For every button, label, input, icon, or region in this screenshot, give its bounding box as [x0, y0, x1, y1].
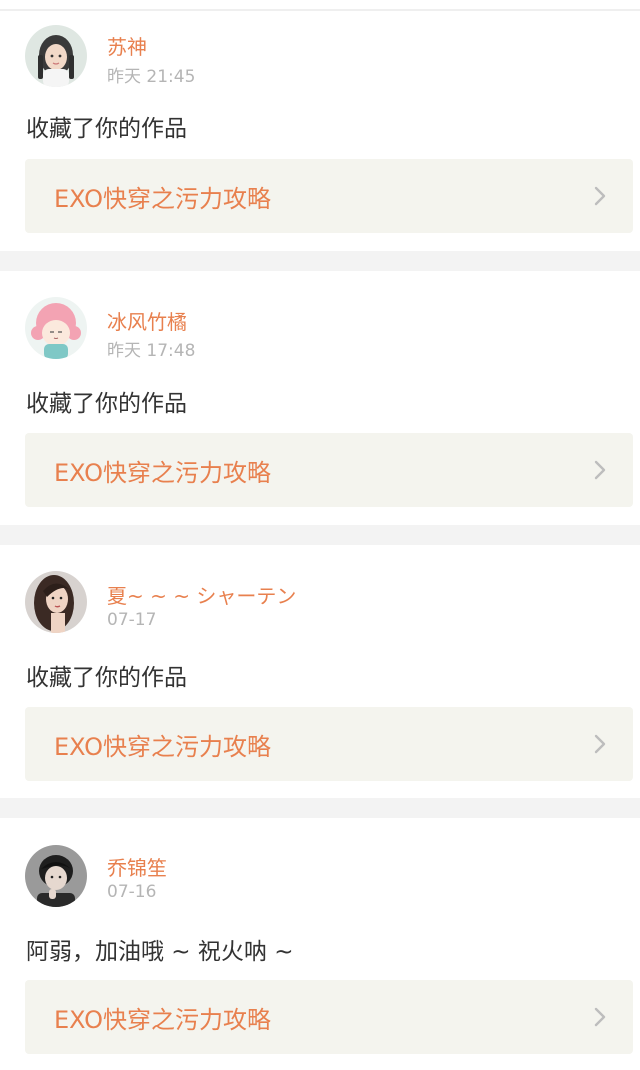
top-divider [0, 0, 640, 11]
work-title: EXO快穿之污力攻略 [54, 459, 271, 487]
message-text: 阿弱，加油哦 ~ 祝火呐 ~ [26, 939, 294, 965]
chevron-right-icon [594, 186, 606, 206]
section-gap [0, 251, 640, 271]
username[interactable]: 冰风竹橘 [107, 306, 187, 335]
girl-braids-avatar-icon [25, 25, 87, 87]
user-avatar[interactable] [25, 571, 87, 633]
user-avatar[interactable] [25, 845, 87, 907]
work-link[interactable]: EXO快穿之污力攻略 [25, 433, 633, 507]
timestamp: 07-16 [107, 882, 157, 902]
work-link[interactable]: EXO快穿之污力攻略 [25, 159, 633, 233]
work-link[interactable]: EXO快穿之污力攻略 [25, 707, 633, 781]
section-gap [0, 525, 640, 545]
chevron-right-icon [594, 1007, 606, 1027]
section-gap [0, 798, 640, 818]
notification-item: 苏神 昨天 21:45 收藏了你的作品 EXO快穿之污力攻略 [0, 11, 640, 263]
message-text: 收藏了你的作品 [26, 116, 187, 142]
username[interactable]: 乔锦笙 [107, 852, 167, 881]
work-title: EXO快穿之污力攻略 [54, 733, 271, 761]
pink-hair-cartoon-avatar-icon [25, 297, 87, 359]
dark-hair-boy-avatar-icon [25, 845, 87, 907]
message-text: 收藏了你的作品 [26, 391, 187, 417]
notification-item: 冰风竹橘 昨天 17:48 收藏了你的作品 EXO快穿之污力攻略 [0, 271, 640, 523]
username[interactable]: 夏~ ~ ~ シャーテン [107, 580, 296, 609]
user-avatar[interactable] [25, 297, 87, 359]
chevron-right-icon [594, 734, 606, 754]
notification-feed: 苏神 昨天 21:45 收藏了你的作品 EXO快穿之污力攻略 冰风竹橘 昨天 1… [0, 0, 640, 1070]
message-text: 收藏了你的作品 [26, 665, 187, 691]
timestamp: 07-17 [107, 610, 157, 630]
work-link[interactable]: EXO快穿之污力攻略 [25, 980, 633, 1054]
notification-item: 夏~ ~ ~ シャーテン 07-17 收藏了你的作品 EXO快穿之污力攻略 [0, 545, 640, 797]
chevron-right-icon [594, 460, 606, 480]
notification-item: 乔锦笙 07-16 阿弱，加油哦 ~ 祝火呐 ~ EXO快穿之污力攻略 [0, 818, 640, 1070]
work-title: EXO快穿之污力攻略 [54, 1006, 271, 1034]
timestamp: 昨天 21:45 [107, 67, 196, 87]
user-avatar[interactable] [25, 25, 87, 87]
long-hair-woman-avatar-icon [25, 571, 87, 633]
timestamp: 昨天 17:48 [107, 341, 196, 361]
username[interactable]: 苏神 [107, 31, 147, 60]
work-title: EXO快穿之污力攻略 [54, 185, 271, 213]
